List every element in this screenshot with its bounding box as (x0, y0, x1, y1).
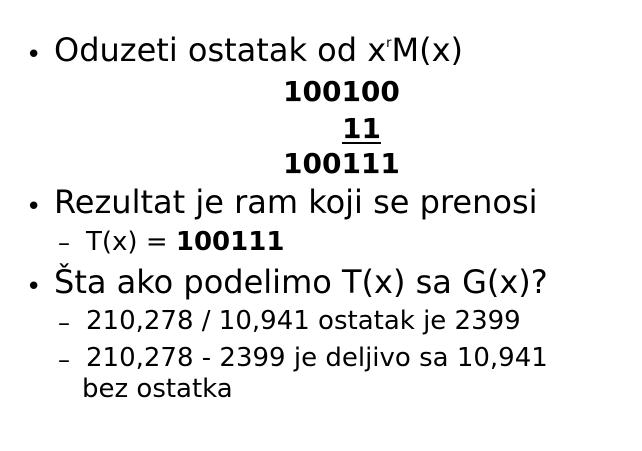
bullet-rezultat: Rezultat je ram koji se prenosi (54, 183, 538, 221)
sub-item-tx: T(x) = 100111 (86, 229, 284, 255)
bullet-marker: • (26, 40, 42, 70)
calc-row-2-value: 11 (342, 112, 381, 145)
sub-item-deljivo-continued: bez ostatka (82, 374, 233, 404)
sub-dash: – (58, 309, 70, 337)
sub-dash: – (58, 346, 70, 374)
calc-row-1: 100100 (283, 75, 400, 108)
calc-row-3: 100111 (283, 147, 400, 180)
sub-item-deljivo: 210,278 - 2399 je deljivo sa 10,941 (86, 343, 548, 373)
bullet-text-continued: M(x) (391, 31, 464, 69)
sub-item-ostatak: 210,278 / 10,941 ostatak je 2399 (86, 306, 521, 336)
sub-dash: – (58, 229, 70, 257)
tx-value: 100111 (175, 227, 285, 257)
bullet-oduzeti-ostatak: Oduzeti ostatak od xrM(x) (54, 34, 463, 66)
bullet-marker: • (26, 272, 42, 302)
tx-prefix: T(x) = (86, 227, 176, 257)
bullet-marker: • (26, 192, 42, 222)
calc-row-2: 11 (302, 115, 381, 143)
bullet-text: Oduzeti ostatak od x (54, 31, 387, 69)
bullet-sta-ako: Šta ako podelimo T(x) sa G(x)? (54, 263, 548, 301)
